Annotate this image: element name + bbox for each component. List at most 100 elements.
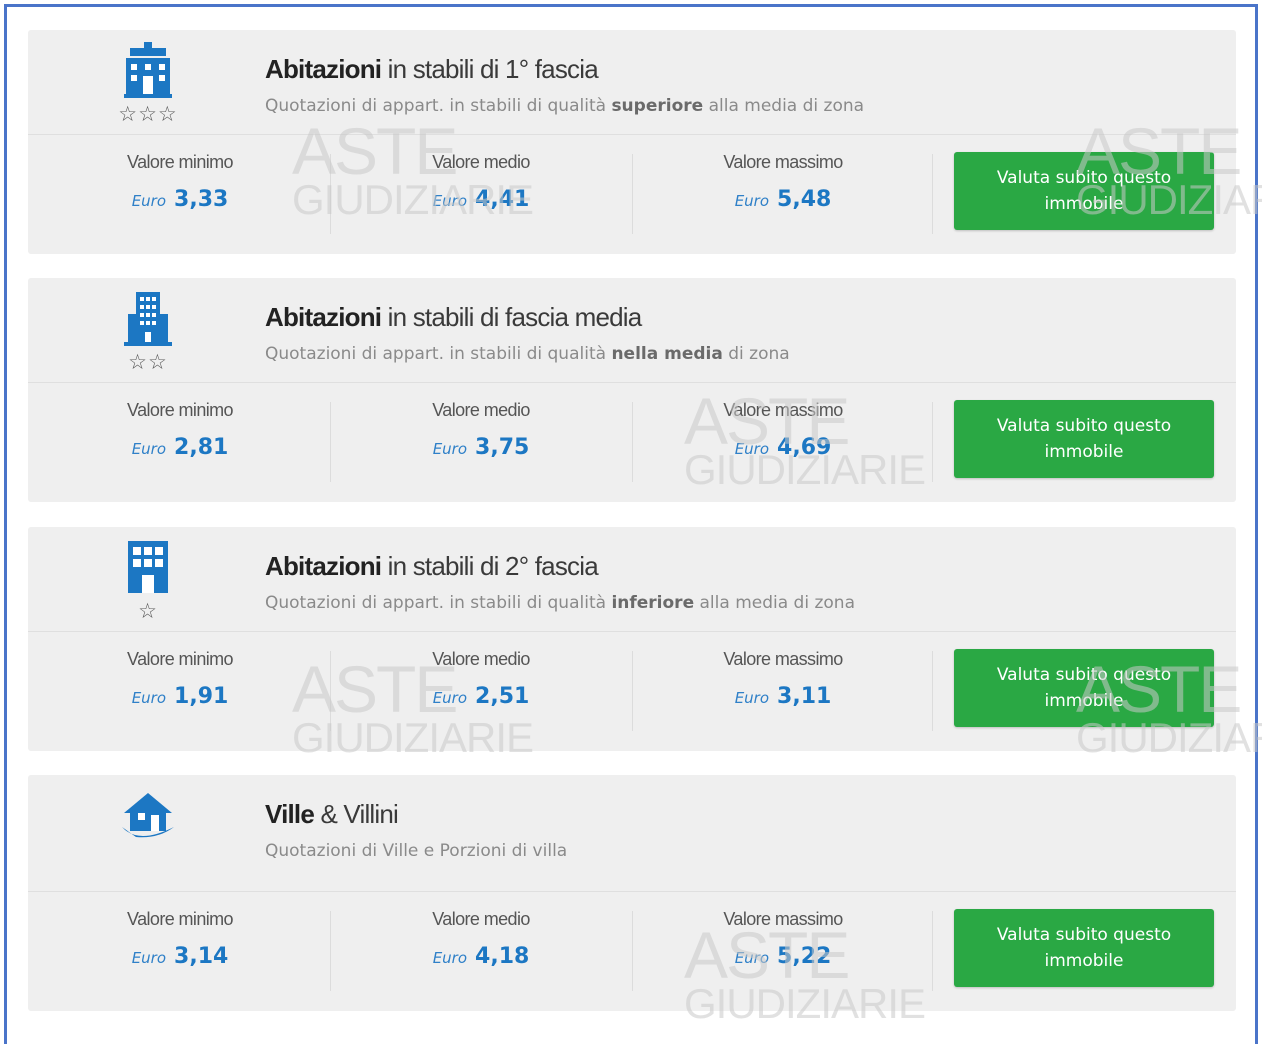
card-subtitle: Quotazioni di Ville e Porzioni di villa	[265, 841, 567, 861]
subtitle-pre: Quotazioni di appart. in stabili di qual…	[265, 344, 612, 364]
title-rest: & Villini	[314, 799, 399, 829]
evaluate-property-button[interactable]: Valuta subito questo immobile	[954, 400, 1214, 478]
subtitle-post: alla media di zona	[703, 96, 865, 116]
mid-value-amount: 4,18	[475, 944, 530, 969]
currency-label: Euro	[734, 440, 770, 458]
quote-card-1st-tier: ☆☆☆ Abitazioni in stabili di 1° fascia Q…	[28, 30, 1236, 254]
max-value-column: Valore massimo Euro 4,69	[633, 400, 933, 460]
title-rest: in stabili di fascia media	[381, 302, 643, 332]
button-label: Valuta subito questo immobile	[996, 168, 1172, 214]
evaluate-property-button[interactable]: Valuta subito questo immobile	[954, 649, 1214, 727]
button-label: Valuta subito questo immobile	[996, 665, 1172, 711]
subtitle-pre: Quotazioni di appart. in stabili di qual…	[265, 593, 612, 613]
min-value-column: Valore minimo Euro 2,81	[30, 400, 330, 460]
mid-value-column: Valore medio Euro 3,75	[331, 400, 631, 460]
min-value: Euro 1,91	[30, 684, 330, 709]
min-value: Euro 3,33	[30, 187, 330, 212]
column-separator	[932, 154, 933, 234]
currency-label: Euro	[734, 949, 770, 967]
max-value-column: Valore massimo Euro 5,48	[633, 152, 933, 212]
rating-stars: ☆☆☆	[118, 102, 178, 126]
mid-value-label: Valore medio	[432, 400, 530, 420]
subtitle-post: di zona	[722, 344, 790, 364]
card-title: Ville & Villini	[265, 799, 399, 830]
card-subtitle: Quotazioni di appart. in stabili di qual…	[265, 593, 855, 613]
max-value-amount: 5,48	[777, 187, 832, 212]
min-value: Euro 3,14	[30, 944, 330, 969]
currency-label: Euro	[131, 440, 167, 458]
rating-stars: ☆	[138, 599, 158, 623]
luxury-building-icon	[124, 42, 172, 98]
min-value-column: Valore minimo Euro 1,91	[30, 649, 330, 709]
min-value-label: Valore minimo	[127, 152, 234, 172]
max-value-column: Valore massimo Euro 5,22	[633, 909, 933, 969]
currency-label: Euro	[131, 949, 167, 967]
mid-value-amount: 4,41	[475, 187, 530, 212]
max-value-label: Valore massimo	[723, 152, 843, 172]
button-label: Valuta subito questo immobile	[996, 925, 1172, 971]
title-bold: Abitazioni	[265, 54, 382, 84]
currency-label: Euro	[432, 689, 468, 707]
title-bold: Abitazioni	[265, 302, 382, 332]
apartment-building-icon	[124, 292, 172, 346]
subtitle-bold: inferiore	[611, 593, 695, 613]
mid-value: Euro 4,41	[331, 187, 631, 212]
mid-value: Euro 2,51	[331, 684, 631, 709]
subtitle-bold: nella media	[611, 344, 723, 364]
currency-label: Euro	[432, 949, 468, 967]
button-label: Valuta subito questo immobile	[996, 416, 1172, 462]
max-value-column: Valore massimo Euro 3,11	[633, 649, 933, 709]
subtitle-pre: Quotazioni di appart. in stabili di qual…	[265, 96, 612, 116]
divider	[28, 891, 1236, 892]
max-value-amount: 5,22	[777, 944, 832, 969]
min-value-label: Valore minimo	[127, 909, 234, 929]
subtitle-pre: Quotazioni di Ville e Porzioni di villa	[265, 841, 568, 861]
subtitle-post: alla media di zona	[694, 593, 856, 613]
divider	[28, 382, 1236, 383]
mid-value-column: Valore medio Euro 4,41	[331, 152, 631, 212]
currency-label: Euro	[734, 192, 770, 210]
quote-card-villas: Ville & Villini Quotazioni di Ville e Po…	[28, 775, 1236, 1011]
evaluate-property-button[interactable]: Valuta subito questo immobile	[954, 152, 1214, 230]
min-value-label: Valore minimo	[127, 400, 234, 420]
card-title: Abitazioni in stabili di 1° fascia	[265, 54, 599, 85]
min-value-label: Valore minimo	[127, 649, 234, 669]
column-separator	[932, 651, 933, 731]
max-value-amount: 3,11	[777, 684, 832, 709]
title-bold: Ville	[265, 799, 315, 829]
max-value-amount: 4,69	[777, 435, 832, 460]
title-rest: in stabili di 1° fascia	[381, 54, 599, 84]
max-value-label: Valore massimo	[723, 400, 843, 420]
rating-stars: ☆☆	[128, 350, 168, 374]
mid-value: Euro 4,18	[331, 944, 631, 969]
min-value-amount: 3,33	[174, 187, 229, 212]
card-title: Abitazioni in stabili di fascia media	[265, 302, 643, 333]
mid-value-amount: 2,51	[475, 684, 530, 709]
max-value-label: Valore massimo	[723, 649, 843, 669]
min-value-column: Valore minimo Euro 3,14	[30, 909, 330, 969]
max-value: Euro 5,22	[633, 944, 933, 969]
mid-value-column: Valore medio Euro 2,51	[331, 649, 631, 709]
mid-value-label: Valore medio	[432, 909, 530, 929]
evaluate-property-button[interactable]: Valuta subito questo immobile	[954, 909, 1214, 987]
min-value: Euro 2,81	[30, 435, 330, 460]
divider	[28, 631, 1236, 632]
mid-value-label: Valore medio	[432, 152, 530, 172]
min-value-column: Valore minimo Euro 3,33	[30, 152, 330, 212]
currency-label: Euro	[131, 689, 167, 707]
card-title: Abitazioni in stabili di 2° fascia	[265, 551, 599, 582]
max-value: Euro 5,48	[633, 187, 933, 212]
mid-value-column: Valore medio Euro 4,18	[331, 909, 631, 969]
max-value: Euro 4,69	[633, 435, 933, 460]
mid-value-label: Valore medio	[432, 649, 530, 669]
column-separator	[932, 402, 933, 482]
max-value-label: Valore massimo	[723, 909, 843, 929]
max-value: Euro 3,11	[633, 684, 933, 709]
currency-label: Euro	[432, 192, 468, 210]
currency-label: Euro	[131, 192, 167, 210]
title-rest: in stabili di 2° fascia	[381, 551, 599, 581]
mid-value: Euro 3,75	[331, 435, 631, 460]
quote-card-mid-tier: ☆☆ Abitazioni in stabili di fascia media…	[28, 278, 1236, 502]
column-separator	[932, 911, 933, 991]
quote-card-2nd-tier: ☆ Abitazioni in stabili di 2° fascia Quo…	[28, 527, 1236, 751]
